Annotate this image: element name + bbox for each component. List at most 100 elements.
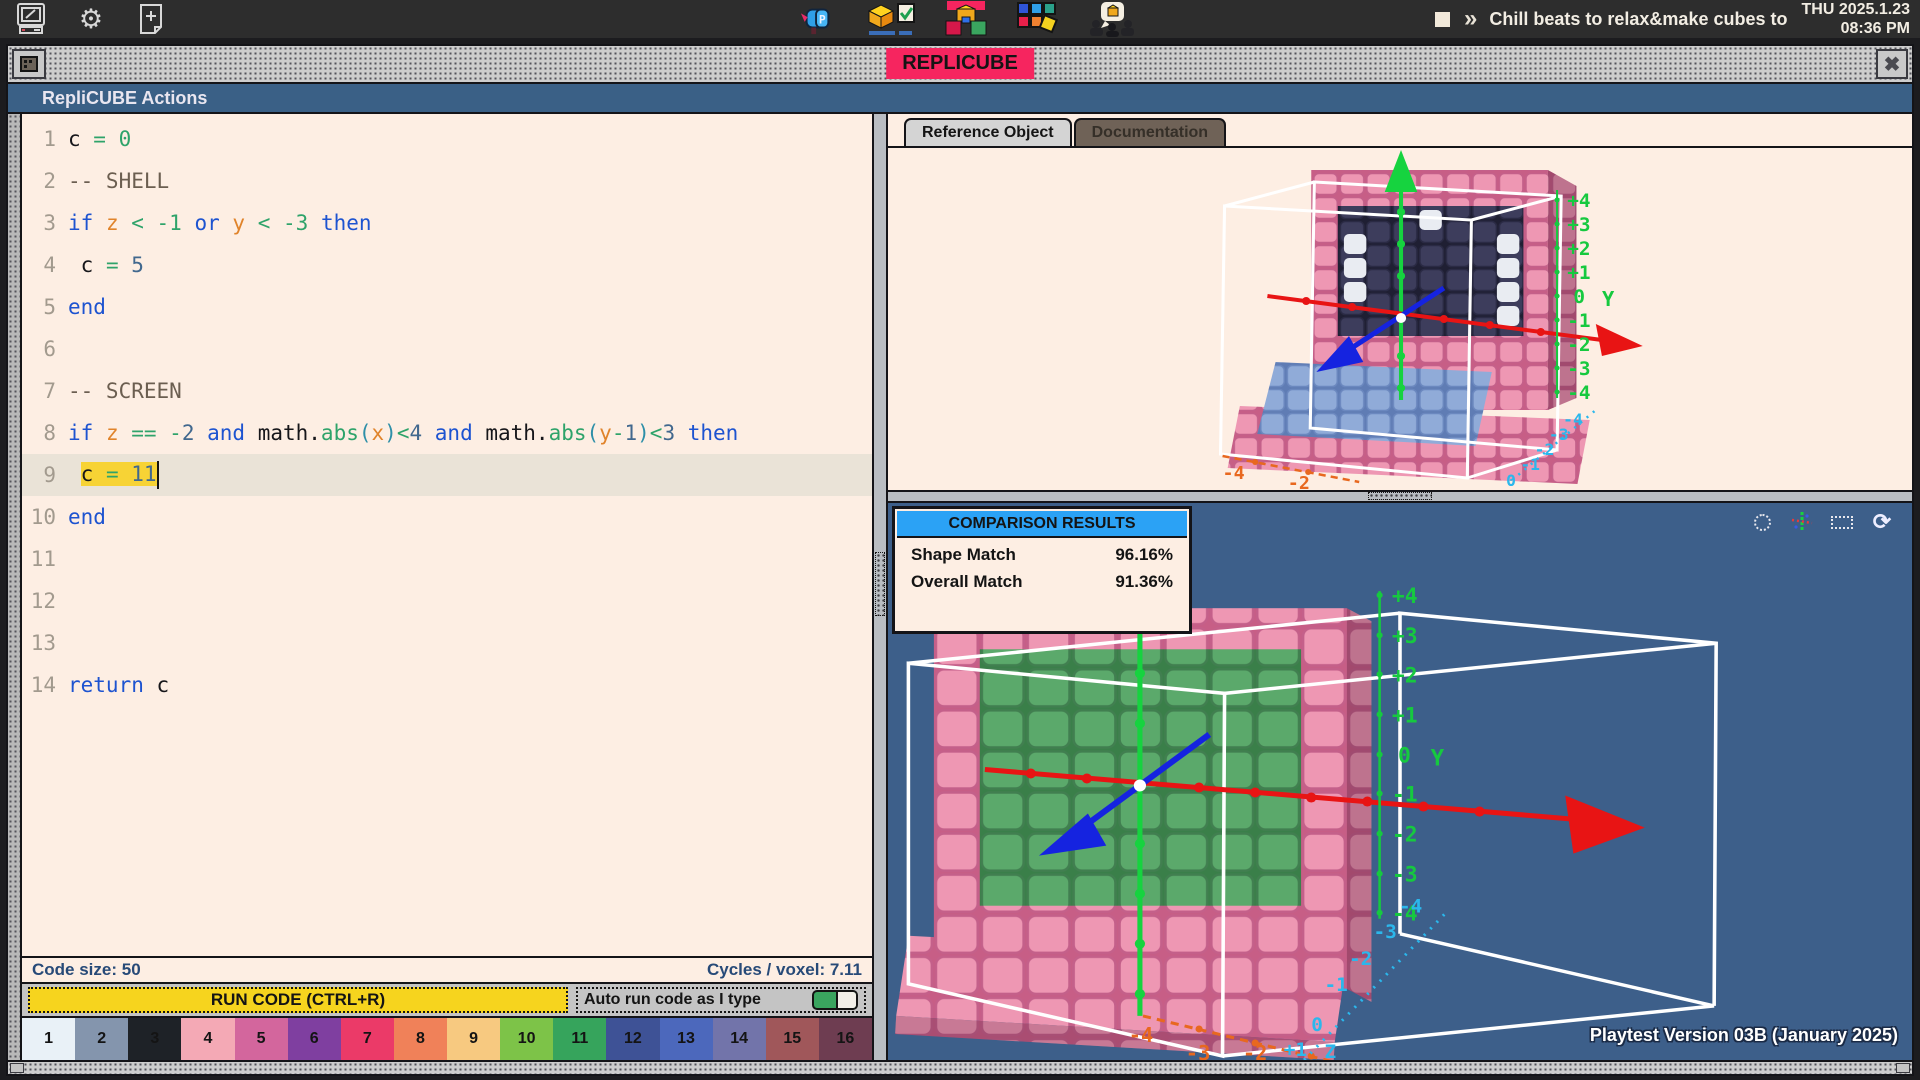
computer-icon[interactable] [14, 2, 48, 36]
code-line-2[interactable]: 2-- SHELL [22, 160, 872, 202]
code-line-1[interactable]: 1c = 0 [22, 118, 872, 160]
bottom-scroll-strip[interactable] [8, 1060, 1912, 1074]
line-number: 5 [22, 295, 68, 319]
vertical-splitter[interactable] [874, 114, 888, 1060]
svg-text:+2: +2 [1392, 663, 1418, 688]
palette-swatch-15[interactable]: 15 [766, 1018, 819, 1060]
music-skip-icon[interactable]: » [1464, 5, 1475, 33]
color-palette: 12345678910111213141516 [22, 1016, 872, 1060]
svg-text:-3: -3 [1186, 1041, 1211, 1060]
svg-text:-3: -3 [1373, 920, 1396, 943]
window-title: REPLICUBE [886, 48, 1034, 79]
palette-swatch-4[interactable]: 4 [181, 1018, 234, 1060]
svg-text:-2: -2 [1349, 947, 1372, 970]
reset-rotation-icon[interactable]: ⟳ [1870, 511, 1894, 533]
code-line-6[interactable]: 6 [22, 328, 872, 370]
line-number: 6 [22, 337, 68, 361]
music-stop-icon[interactable] [1435, 12, 1450, 27]
bounds-toggle-icon[interactable] [1830, 511, 1854, 533]
mailbox-icon[interactable]: P [800, 2, 834, 36]
run-code-button[interactable]: RUN CODE (CTRL+R) [28, 987, 568, 1013]
tab-reference-object[interactable]: Reference Object [904, 118, 1072, 146]
palette-swatch-5[interactable]: 5 [235, 1018, 288, 1060]
wireframe-toggle-icon[interactable] [1750, 511, 1774, 533]
code-line-9[interactable]: 9 c = 11 [22, 454, 872, 496]
scroll-corner-right [1896, 1063, 1910, 1073]
editor-status-bar: Code size: 50 Cycles / voxel: 7.11 [22, 956, 872, 982]
code-line-7[interactable]: 7-- SCREEN [22, 370, 872, 412]
trophy-cubes-icon[interactable] [944, 2, 988, 36]
cycles-per-voxel-label: Cycles / voxel: 7.11 [707, 960, 862, 980]
shape-match-label: Shape Match [911, 545, 1016, 565]
code-line-12[interactable]: 12 [22, 580, 872, 622]
code-editor[interactable]: 1c = 02-- SHELL3if z < -1 or y < -3 then… [22, 114, 872, 956]
palette-swatch-6[interactable]: 6 [288, 1018, 341, 1060]
close-icon[interactable]: ✖ [1876, 49, 1908, 79]
editor-controls: RUN CODE (CTRL+R) Auto run code as I typ… [22, 982, 872, 1016]
code-line-3[interactable]: 3if z < -1 or y < -3 then [22, 202, 872, 244]
palette-swatch-9[interactable]: 9 [447, 1018, 500, 1060]
line-number: 2 [22, 169, 68, 193]
code-line-4[interactable]: 4 c = 5 [22, 244, 872, 286]
svg-text:+2: +2 [1567, 237, 1590, 260]
svg-text:-4: -4 [1563, 410, 1583, 429]
palette-swatch-16[interactable]: 16 [819, 1018, 872, 1060]
horizontal-splitter[interactable] [888, 490, 1912, 503]
svg-text:-1: -1 [1392, 783, 1418, 808]
svg-text:0: 0 [1311, 1013, 1323, 1036]
palette-swatch-7[interactable]: 7 [341, 1018, 394, 1060]
build-panel: COMPARISON RESULTS Shape Match 96.16% Ov… [888, 503, 1912, 1060]
new-file-icon[interactable] [134, 2, 168, 36]
palette-swatch-11[interactable]: 11 [553, 1018, 606, 1060]
line-number: 14 [22, 673, 68, 697]
comparison-title: COMPARISON RESULTS [897, 511, 1187, 538]
line-number: 8 [22, 421, 68, 445]
code-line-14[interactable]: 14return c [22, 664, 872, 706]
code-line-10[interactable]: 10end [22, 496, 872, 538]
autorun-toggle[interactable] [812, 990, 858, 1010]
palette-swatch-1[interactable]: 1 [22, 1018, 75, 1060]
palette-swatch-14[interactable]: 14 [713, 1018, 766, 1060]
svg-text:-2: -2 [1288, 473, 1310, 490]
community-icon[interactable] [1088, 2, 1136, 36]
splitter-grip[interactable] [875, 552, 885, 616]
clock: THU 2025.1.23 08:36 PM [1801, 0, 1910, 38]
build-y-axis-ticks: +4+3 +2+1 0-1 -2-3 -4 Y [1392, 584, 1445, 926]
window-menu-icon[interactable] [12, 49, 46, 79]
svg-text:-1: -1 [1567, 309, 1590, 332]
svg-text:-4: -4 [1129, 1023, 1154, 1047]
line-number: 1 [22, 127, 68, 151]
svg-text:P: P [819, 13, 826, 27]
palette-swatch-10[interactable]: 10 [500, 1018, 553, 1060]
palette-swatch-3[interactable]: 3 [128, 1018, 181, 1060]
code-line-8[interactable]: 8if z == -2 and math.abs(x)<4 and math.a… [22, 412, 872, 454]
window-titlebar[interactable]: REPLICUBE ✖ [8, 46, 1912, 84]
levels-grid-icon[interactable] [1016, 2, 1060, 36]
svg-text:-4: -4 [1567, 381, 1590, 404]
svg-text:0: 0 [1398, 744, 1411, 769]
svg-text:+1: +1 [1392, 704, 1418, 729]
palette-swatch-12[interactable]: 12 [606, 1018, 659, 1060]
line-number: 4 [22, 253, 68, 277]
text-caret [157, 461, 159, 489]
ref-y-axis-label: Y [1602, 287, 1615, 311]
svg-text:0: 0 [1506, 471, 1516, 490]
line-number: 3 [22, 211, 68, 235]
left-scroll-strip[interactable] [8, 114, 22, 1060]
palette-swatch-13[interactable]: 13 [660, 1018, 713, 1060]
clock-date: THU 2025.1.23 [1801, 0, 1910, 19]
daily-progress-icon[interactable] [862, 2, 916, 36]
code-line-5[interactable]: 5end [22, 286, 872, 328]
code-line-11[interactable]: 11 [22, 538, 872, 580]
palette-swatch-8[interactable]: 8 [394, 1018, 447, 1060]
settings-gear-icon[interactable]: ⚙ [74, 2, 108, 36]
palette-swatch-2[interactable]: 2 [75, 1018, 128, 1060]
svg-text:-2: -2 [1567, 333, 1590, 356]
axes-toggle-icon[interactable] [1790, 511, 1814, 533]
tab-documentation[interactable]: Documentation [1074, 118, 1226, 146]
code-line-13[interactable]: 13 [22, 622, 872, 664]
svg-text:-2: -2 [1243, 1041, 1268, 1060]
splitter-grip[interactable] [1368, 492, 1432, 500]
reference-3d-view[interactable]: +4+3 +2+1 0-1 -2-3 -4 Y -4 -2 [888, 148, 1912, 490]
svg-text:+3: +3 [1567, 213, 1590, 236]
